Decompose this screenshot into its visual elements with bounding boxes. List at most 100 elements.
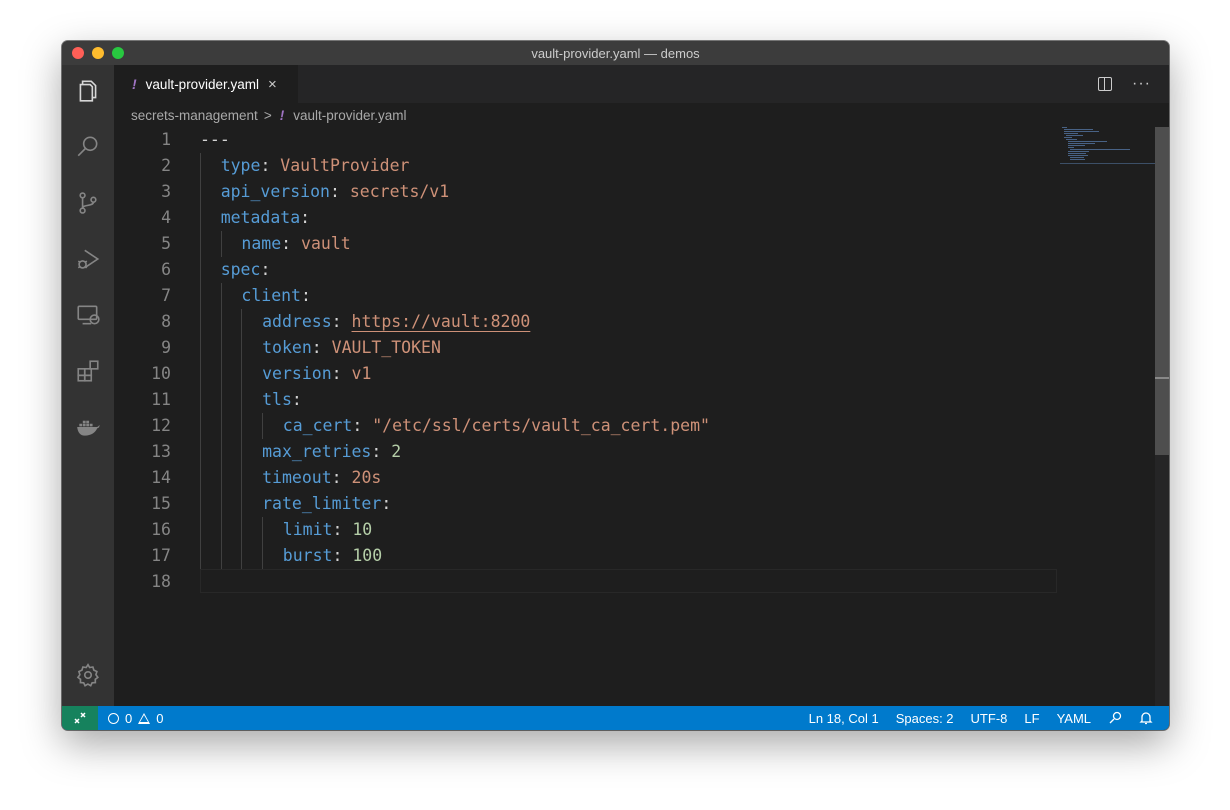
document-start: --- <box>200 130 230 149</box>
title-bar: vault-provider.yaml — demos <box>62 41 1169 65</box>
yaml-colon: : <box>332 546 343 565</box>
source-control-icon[interactable] <box>62 179 114 227</box>
yaml-colon: : <box>331 468 342 487</box>
extensions-icon[interactable] <box>62 347 114 395</box>
code-line: 6 spec: <box>114 257 1054 283</box>
code-text: spec: <box>221 257 271 283</box>
yaml-key: version <box>262 364 332 383</box>
run-debug-icon[interactable] <box>62 235 114 283</box>
vertical-scrollbar-thumb[interactable] <box>1155 127 1169 455</box>
feedback-icon[interactable] <box>1108 711 1122 725</box>
yaml-key: ca_cert <box>282 416 353 435</box>
yaml-colon: : <box>311 338 322 357</box>
yaml-key: max_retries <box>262 442 372 461</box>
line-number: 7 <box>161 286 171 305</box>
yaml-string-value: "/etc/ssl/certs/vault_ca_cert.pem" <box>362 416 710 435</box>
yaml-string-value: v1 <box>341 364 372 383</box>
yaml-key: name <box>241 234 282 253</box>
indent-guide <box>241 309 243 569</box>
code-line: 13 max_retries: 2 <box>114 439 1054 465</box>
search-icon[interactable] <box>62 123 114 171</box>
code-editor[interactable]: 1 --- 2 type: VaultProvider 3 api_version: se… <box>114 127 1155 706</box>
minimap-viewport <box>1060 163 1155 164</box>
yaml-colon: : <box>352 416 363 435</box>
yaml-colon: : <box>260 260 271 279</box>
minimize-window-button[interactable] <box>92 47 104 59</box>
code-line: 10 version: v1 <box>114 361 1054 387</box>
minimap-line <box>1064 133 1078 134</box>
warning-count: 0 <box>156 710 164 726</box>
yaml-colon: : <box>291 390 302 409</box>
line-number: 12 <box>151 416 171 435</box>
remote-indicator[interactable] <box>62 706 98 730</box>
explorer-icon[interactable] <box>62 67 114 115</box>
minimap-line <box>1066 139 1077 140</box>
tab-vault-provider[interactable]: ! vault-provider.yaml × <box>114 65 298 103</box>
code-line: 8 address: https://vault:8200 <box>114 309 1054 335</box>
yaml-number-value: 10 <box>342 520 373 539</box>
code-line: 7 client: <box>114 283 1054 309</box>
maximize-window-button[interactable] <box>112 47 124 59</box>
minimap-line <box>1070 157 1084 158</box>
indentation[interactable]: Spaces: 2 <box>896 711 954 726</box>
code-line: 4 metadata: <box>114 205 1054 231</box>
yaml-key: client <box>241 286 301 305</box>
code-text: limit: 10 <box>283 517 372 543</box>
minimap-line <box>1068 147 1074 148</box>
minimap-line <box>1068 143 1095 144</box>
code-text: name: vault <box>241 231 350 257</box>
code-line: 11 tls: <box>114 387 1054 413</box>
yaml-key: address <box>262 312 332 331</box>
remote-explorer-icon[interactable] <box>62 291 114 339</box>
minimap-line <box>1068 151 1089 152</box>
more-actions-icon[interactable]: ··· <box>1132 75 1151 93</box>
yaml-colon: : <box>260 156 271 175</box>
code-text: token: VAULT_TOKEN <box>262 335 441 361</box>
yaml-url-value[interactable]: https://vault:8200 <box>352 312 531 331</box>
notifications-bell-icon[interactable] <box>1139 711 1153 725</box>
split-editor-icon[interactable] <box>1098 77 1113 91</box>
docker-icon[interactable] <box>62 403 114 451</box>
yaml-key: timeout <box>262 468 332 487</box>
language-mode[interactable]: YAML <box>1057 711 1091 726</box>
code-text: burst: 100 <box>283 543 382 569</box>
line-number: 18 <box>151 572 171 591</box>
line-number: 4 <box>161 208 171 227</box>
tab-close-icon[interactable]: × <box>268 76 277 93</box>
breadcrumb-folder[interactable]: secrets-management <box>131 108 258 123</box>
warning-icon <box>138 712 151 724</box>
minimap[interactable] <box>1060 127 1155 207</box>
minimap-line <box>1064 137 1072 138</box>
indent-guide <box>220 283 222 569</box>
cursor-position[interactable]: Ln 18, Col 1 <box>809 711 879 726</box>
minimap-line <box>1068 141 1107 142</box>
yaml-key: burst <box>282 546 333 565</box>
code-text: ca_cert: "/etc/ssl/certs/vault_ca_cert.p… <box>283 413 710 439</box>
yaml-colon: : <box>300 208 311 227</box>
close-window-button[interactable] <box>72 47 84 59</box>
problems-indicator[interactable]: 0 0 <box>108 711 163 726</box>
yaml-string-value: 20s <box>341 468 382 487</box>
yaml-file-icon: ! <box>132 76 137 92</box>
minimap-line <box>1068 145 1085 146</box>
settings-gear-icon[interactable] <box>62 651 114 699</box>
minimap-line <box>1068 153 1086 154</box>
remote-icon <box>74 712 86 724</box>
editor-actions: ··· <box>1098 65 1151 103</box>
encoding[interactable]: UTF-8 <box>971 711 1008 726</box>
minimap-line <box>1062 127 1067 128</box>
error-icon <box>108 712 119 724</box>
indent-guide <box>262 517 264 569</box>
yaml-colon: : <box>332 520 343 539</box>
yaml-file-icon: ! <box>279 107 285 123</box>
code-line: 14 timeout: 20s <box>114 465 1054 491</box>
line-ending[interactable]: LF <box>1024 711 1039 726</box>
yaml-key: api_version <box>220 182 330 201</box>
line-number: 3 <box>161 182 171 201</box>
yaml-colon: : <box>371 442 382 461</box>
minimap-line <box>1064 131 1099 132</box>
code-line: 12 ca_cert: "/etc/ssl/certs/vault_ca_cert… <box>114 413 1054 439</box>
minimap-line <box>1066 135 1083 136</box>
line-number: 15 <box>151 494 171 513</box>
breadcrumb-file[interactable]: vault-provider.yaml <box>293 108 406 123</box>
